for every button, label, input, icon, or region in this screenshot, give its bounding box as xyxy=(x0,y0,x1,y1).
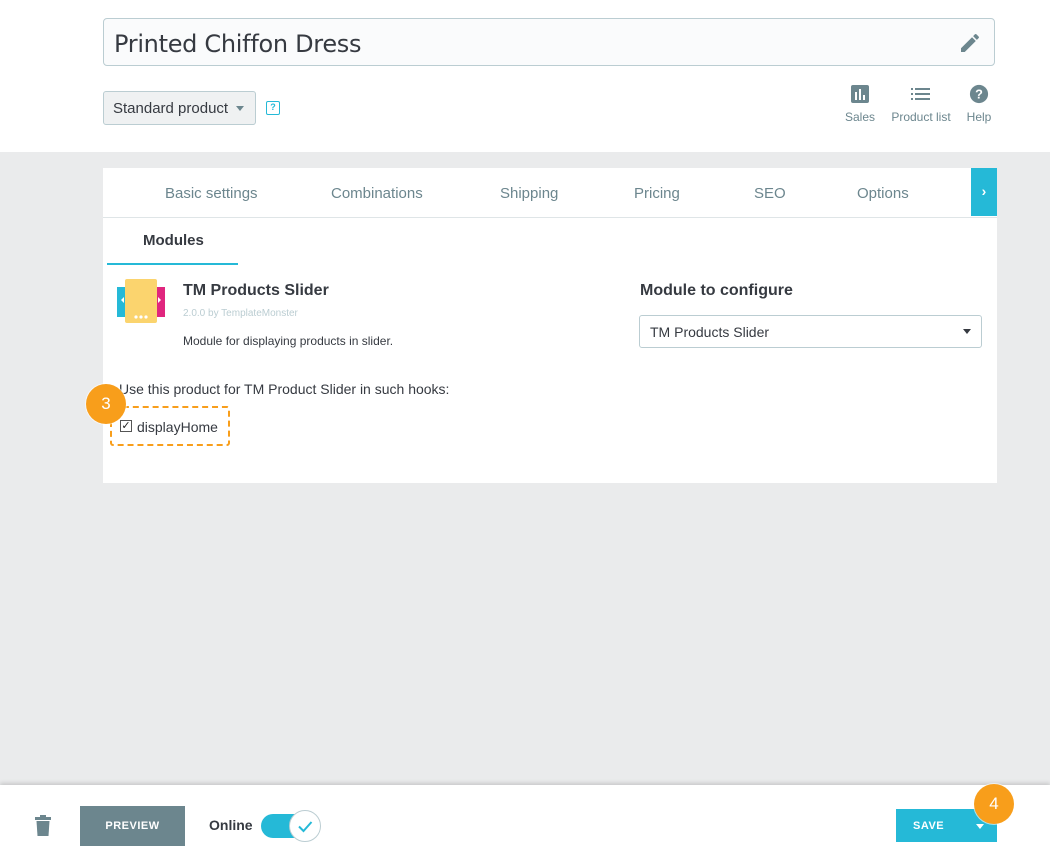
online-toggle[interactable] xyxy=(261,810,323,842)
step-badge-3: 3 xyxy=(86,384,126,424)
tab-modules-label: Modules xyxy=(143,232,204,249)
hooks-label: Use this product for TM Product Slider i… xyxy=(119,381,450,397)
module-config-select[interactable]: TM Products Slider xyxy=(639,315,982,348)
trash-icon[interactable] xyxy=(34,815,52,837)
tab-pricing[interactable]: Pricing xyxy=(634,185,680,202)
toggle-knob xyxy=(289,810,321,842)
tab-options[interactable]: Options xyxy=(857,185,909,202)
module-logo-icon xyxy=(117,279,165,323)
product-type-label: Standard product xyxy=(113,100,229,117)
quick-link-product-list-label: Product list xyxy=(891,110,951,124)
product-name-input[interactable]: Printed Chiffon Dress xyxy=(103,18,995,66)
quick-link-product-list[interactable]: Product list xyxy=(886,84,956,124)
step-badge-4: 4 xyxy=(974,784,1014,824)
save-label: SAVE xyxy=(913,820,945,832)
bar-chart-icon xyxy=(851,85,869,103)
module-description: Module for displaying products in slider… xyxy=(183,334,394,348)
tab-basic-settings[interactable]: Basic settings xyxy=(165,185,258,202)
check-icon xyxy=(298,821,313,833)
product-tabs-card: Basic settings Combinations Shipping Pri… xyxy=(103,168,997,483)
tab-bar: Basic settings Combinations Shipping Pri… xyxy=(103,168,997,218)
tab-combinations[interactable]: Combinations xyxy=(331,185,423,202)
hook-highlight: ✓ displayHome xyxy=(110,406,230,446)
online-label: Online xyxy=(209,817,253,833)
tab-shipping[interactable]: Shipping xyxy=(500,185,558,202)
quick-link-sales[interactable]: Sales xyxy=(840,84,880,124)
module-config-value: TM Products Slider xyxy=(650,324,770,340)
help-icon[interactable]: ? xyxy=(266,101,280,115)
tab-seo[interactable]: SEO xyxy=(754,185,786,202)
tabs-next-button[interactable]: › xyxy=(971,168,997,216)
quick-link-sales-label: Sales xyxy=(844,110,876,124)
quick-link-help[interactable]: ? Help xyxy=(960,84,998,124)
quick-link-help-label: Help xyxy=(966,110,992,124)
chevron-down-icon xyxy=(963,329,971,334)
footer-toolbar: PREVIEW Online SAVE xyxy=(0,785,1050,856)
list-icon xyxy=(911,88,930,100)
chevron-down-icon[interactable] xyxy=(976,824,984,829)
module-config-label: Module to configure xyxy=(640,282,793,299)
tab-modules[interactable]: Modules xyxy=(107,217,238,265)
hook-checkbox-displayhome[interactable]: ✓ xyxy=(120,420,132,432)
product-header: Printed Chiffon Dress Standard product ?… xyxy=(0,0,1050,152)
svg-text:?: ? xyxy=(975,87,983,102)
hook-label-displayhome[interactable]: displayHome xyxy=(137,419,218,435)
module-version: 2.0.0 by TemplateMonster xyxy=(183,308,298,319)
help-circle-icon: ? xyxy=(969,84,989,104)
module-name: TM Products Slider xyxy=(183,282,329,299)
pencil-icon[interactable] xyxy=(958,31,982,55)
product-type-select[interactable]: Standard product xyxy=(103,91,256,125)
preview-button[interactable]: PREVIEW xyxy=(80,806,185,846)
chevron-down-icon xyxy=(236,106,244,111)
product-name-text[interactable]: Printed Chiffon Dress xyxy=(114,30,362,58)
